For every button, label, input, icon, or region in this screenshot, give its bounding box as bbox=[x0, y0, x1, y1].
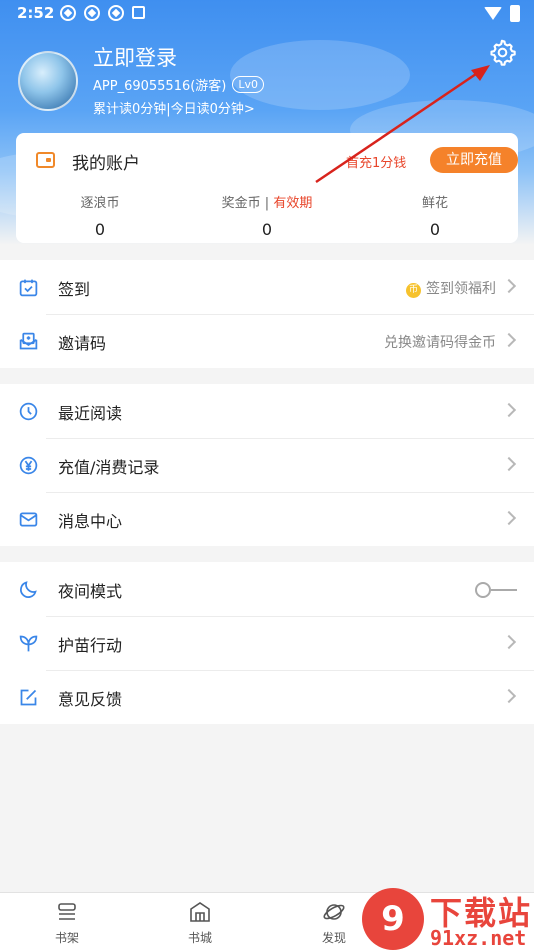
moon-icon bbox=[20, 581, 37, 598]
mail-icon bbox=[19, 512, 38, 527]
menu-item-checkin[interactable]: 签到 币签到领福利 bbox=[0, 260, 534, 314]
first-recharge-promo: 首充1分钱 bbox=[346, 156, 407, 171]
chevron-right-icon bbox=[501, 278, 517, 294]
app-notification-icon bbox=[60, 5, 76, 21]
menu-item-recent-reading[interactable]: 最近阅读 bbox=[0, 384, 534, 438]
chevron-right-icon bbox=[501, 402, 517, 418]
calendar-check-icon bbox=[19, 279, 38, 297]
chevron-right-icon bbox=[501, 688, 517, 704]
store-icon bbox=[190, 902, 210, 922]
stat-value: 0 bbox=[261, 220, 273, 239]
chevron-right-icon bbox=[501, 510, 517, 526]
site-watermark: 9 下载站 91xz.net bbox=[362, 888, 534, 950]
toggle-track bbox=[491, 589, 517, 591]
coin-icon: 币 bbox=[406, 283, 421, 298]
app-notification-icon bbox=[84, 5, 100, 21]
watermark-logo: 9 bbox=[362, 888, 424, 950]
menu-item-label: 充值/消费记录 bbox=[58, 458, 160, 477]
stat-label: 奖金币 | 有效期 bbox=[221, 196, 313, 211]
watermark-domain: 91xz.net bbox=[430, 926, 527, 950]
text-notification-icon bbox=[132, 6, 145, 19]
menu-group-1: 签到 币签到领福利 邀请码 兑换邀请码得金币 bbox=[0, 260, 534, 368]
chevron-right-icon bbox=[501, 634, 517, 650]
planet-icon bbox=[323, 904, 345, 920]
menu-item-recharge-records[interactable]: 充值/消费记录 bbox=[0, 438, 534, 492]
menu-item-message-center[interactable]: 消息中心 bbox=[0, 492, 534, 546]
stat-label: 逐浪币 bbox=[80, 196, 120, 211]
menu-item-label: 邀请码 bbox=[58, 334, 107, 353]
stat-value: 0 bbox=[94, 220, 106, 239]
menu-item-label: 夜间模式 bbox=[58, 582, 123, 601]
envelope-star-icon bbox=[19, 332, 38, 350]
login-title[interactable]: 立即登录 bbox=[93, 42, 177, 72]
menu-item-label: 意见反馈 bbox=[58, 690, 123, 709]
stat-label-text: 奖金币 bbox=[221, 196, 261, 211]
menu-item-night-mode[interactable]: 夜间模式 bbox=[0, 562, 534, 616]
checkin-reward-hint: 币签到领福利 bbox=[406, 278, 496, 298]
account-card[interactable]: 我的账户 首充1分钱 立即充值 逐浪币 0 奖金币 | 有效期 0 鲜花 0 bbox=[16, 133, 518, 243]
toggle-knob bbox=[475, 582, 491, 598]
menu-item-label: 签到 bbox=[58, 280, 91, 299]
seedling-icon bbox=[19, 635, 38, 652]
tab-bookshelf[interactable]: 书架 bbox=[17, 893, 117, 950]
menu-item-label: 护苗行动 bbox=[58, 636, 123, 655]
edit-square-icon bbox=[20, 689, 37, 706]
level-badge: Lv0 bbox=[232, 76, 265, 93]
invite-code-hint: 兑换邀请码得金币 bbox=[384, 335, 496, 351]
menu-group-3: 夜间模式 护苗行动 意见反馈 bbox=[0, 562, 534, 724]
status-time: 2:52 bbox=[17, 4, 55, 22]
stat-bonus-coin[interactable]: 奖金币 | 有效期 0 bbox=[197, 192, 337, 239]
system-icons bbox=[484, 5, 520, 22]
menu-item-feedback[interactable]: 意见反馈 bbox=[0, 670, 534, 724]
wallet-icon bbox=[36, 152, 55, 168]
status-bar: 2:52 bbox=[0, 0, 534, 28]
clock-icon bbox=[19, 402, 38, 421]
validity-link[interactable]: 有效期 bbox=[273, 196, 312, 211]
account-title: 我的账户 bbox=[72, 154, 140, 174]
checkin-reward-text: 签到领福利 bbox=[426, 281, 496, 297]
avatar[interactable] bbox=[18, 51, 78, 111]
recharge-button[interactable]: 立即充值 bbox=[430, 147, 518, 173]
tab-bookstore[interactable]: 书城 bbox=[150, 893, 250, 950]
app-notification-icon bbox=[108, 5, 124, 21]
stat-label: 鲜花 bbox=[421, 196, 448, 211]
yen-circle-icon bbox=[19, 456, 38, 475]
tab-label: 书城 bbox=[187, 931, 212, 945]
reading-stats[interactable]: 累计读0分钟|今日读0分钟> bbox=[93, 98, 255, 117]
stat-zhulang-coin[interactable]: 逐浪币 0 bbox=[30, 192, 170, 239]
tab-label: 书架 bbox=[54, 931, 79, 945]
user-id-text: APP_69055516(游客) bbox=[93, 79, 227, 94]
menu-group-2: 最近阅读 充值/消费记录 消息中心 bbox=[0, 384, 534, 546]
chevron-right-icon bbox=[501, 456, 517, 472]
menu-item-seedling-action[interactable]: 护苗行动 bbox=[0, 616, 534, 670]
battery-icon bbox=[510, 5, 520, 22]
bookshelf-icon bbox=[58, 903, 76, 920]
notification-icons bbox=[60, 5, 145, 21]
menu-item-invite-code[interactable]: 邀请码 兑换邀请码得金币 bbox=[0, 314, 534, 368]
wifi-icon bbox=[484, 7, 502, 20]
stat-flowers[interactable]: 鲜花 0 bbox=[365, 192, 505, 239]
night-mode-toggle[interactable] bbox=[475, 582, 517, 598]
user-id: APP_69055516(游客) Lv0 bbox=[93, 75, 265, 94]
settings-gear-icon[interactable] bbox=[489, 39, 516, 66]
chevron-right-icon bbox=[501, 332, 517, 348]
menu-item-label: 消息中心 bbox=[58, 512, 123, 531]
stat-value: 0 bbox=[429, 220, 441, 239]
menu-item-label: 最近阅读 bbox=[58, 404, 123, 423]
